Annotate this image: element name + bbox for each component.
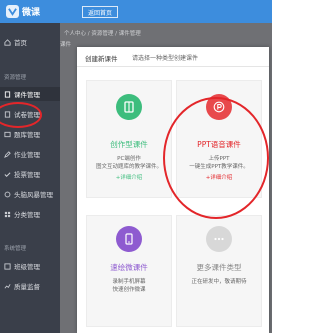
document-icon: [4, 90, 11, 98]
card-creative-courseware[interactable]: 创作型课件 PC端创作 图文互动题库的教学课件。 +详细介绍: [86, 80, 172, 198]
home-icon: [4, 38, 11, 46]
sidebar-item-homework[interactable]: 作业管理: [0, 147, 60, 161]
edit-icon: [4, 150, 11, 158]
vote-icon: [4, 171, 11, 178]
dialog-title: 创建新课件: [85, 55, 118, 63]
sidebar-item-label: 投票管理: [14, 171, 40, 179]
sidebar-item-vote[interactable]: 投票管理: [0, 167, 60, 181]
sidebar: 首页 资源管理 课件管理 试卷管理 题库管理 作业管理 投票管理 头脑风暴管理 …: [0, 23, 60, 333]
app-name: 微课: [22, 8, 41, 18]
sidebar-item-label: 班级管理: [14, 263, 40, 271]
app-logo-icon: [6, 5, 19, 18]
app-root: 微课 返回首页 首页 资源管理 课件管理 试卷管理 题库管理 作业管理 投票管理…: [0, 0, 272, 333]
breadcrumb: 个人中心 / 资源管理 / 课件管理: [64, 31, 141, 37]
top-bar: 微课 返回首页: [0, 0, 272, 23]
question-bank-icon: [4, 131, 11, 138]
card-desc-line1: 录制手机屏幕: [112, 279, 146, 285]
back-home-button[interactable]: 返回首页: [82, 6, 118, 18]
sidebar-item-class[interactable]: 班级管理: [0, 259, 60, 273]
more-icon: [206, 226, 232, 252]
card-title: 创作型课件: [110, 140, 148, 149]
card-desc-line2: 图文互动题库的教学课件。: [95, 164, 162, 170]
card-desc-line1: 正在研发中，敬请期待: [191, 279, 247, 285]
sidebar-item-brainstorm[interactable]: 头脑风暴管理: [0, 187, 60, 201]
card-title: 更多课件类型: [196, 263, 242, 272]
sidebar-item-category[interactable]: 分类管理: [0, 207, 60, 221]
sidebar-item-label: 首页: [14, 39, 27, 47]
card-quick-draw-courseware[interactable]: 速绘微课件 录制手机屏幕 快速创作微课: [86, 215, 172, 327]
card-detail-link[interactable]: +详细介绍: [87, 173, 171, 181]
app-logo[interactable]: 微课: [6, 3, 66, 20]
sidebar-item-courseware[interactable]: 课件管理: [0, 87, 60, 101]
card-more-courseware-types: 更多课件类型 正在研发中，敬请期待: [176, 215, 262, 327]
phone-record-icon: [116, 226, 142, 252]
dialog-header: 创建新课件 请选择一种类型创建课件: [77, 47, 269, 67]
brainstorm-icon: [4, 191, 11, 198]
sidebar-item-quality[interactable]: 质量监督: [0, 279, 60, 293]
card-title: 速绘微课件: [110, 263, 148, 272]
sidebar-item-label: 课件管理: [14, 91, 40, 99]
category-icon: [4, 211, 11, 218]
class-icon: [4, 262, 11, 270]
sidebar-item-label: 分类管理: [14, 211, 40, 219]
sidebar-item-label: 作业管理: [14, 151, 40, 159]
sidebar-item-home[interactable]: 首页: [0, 35, 60, 49]
highlight-annotation-circle: [163, 97, 269, 219]
sidebar-item-question-bank[interactable]: 题库管理: [0, 127, 60, 141]
highlight-annotation-oval: [0, 102, 42, 128]
book-icon: [116, 94, 142, 120]
sidebar-item-label: 质量监督: [14, 283, 40, 291]
dialog-subtitle: 请选择一种类型创建课件: [132, 55, 199, 62]
sidebar-group-system: 系统管理: [4, 246, 27, 252]
sidebar-group-resources: 资源管理: [4, 75, 27, 81]
card-desc-line2: 快速创作微课: [112, 287, 146, 293]
quality-icon: [4, 283, 11, 290]
sidebar-item-label: 题库管理: [14, 131, 40, 139]
sidebar-item-label: 头脑风暴管理: [14, 191, 53, 199]
card-desc-line1: PC端创作: [117, 156, 141, 162]
